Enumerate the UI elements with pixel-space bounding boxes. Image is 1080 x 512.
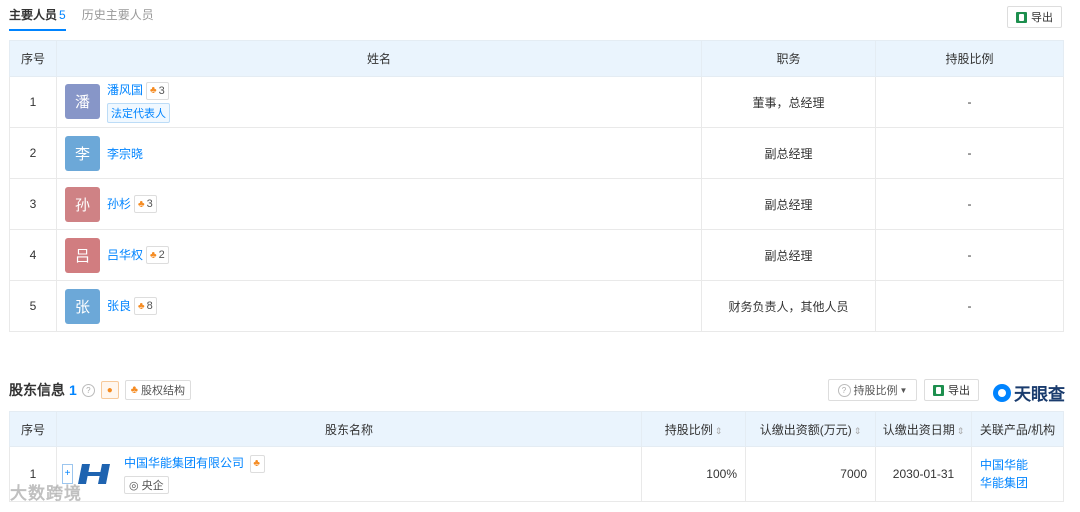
position-cell: 副总经理 xyxy=(701,178,876,230)
relation-badge[interactable]: ♣ 2 xyxy=(146,246,169,265)
col-name: 姓名 xyxy=(56,40,702,77)
row-index: 3 xyxy=(9,178,57,230)
row-index: 1 xyxy=(9,76,57,128)
help-icon[interactable]: ? xyxy=(81,383,95,397)
avatar[interactable]: 潘 xyxy=(65,84,100,120)
relation-badge[interactable]: ♣ 8 xyxy=(134,297,157,316)
export-shareholder-button[interactable]: 导出 xyxy=(924,379,979,401)
excel-icon xyxy=(1016,11,1027,23)
related-link[interactable]: 中国华能 xyxy=(980,456,1062,474)
row-index: 4 xyxy=(9,229,57,281)
avatar[interactable]: 李 xyxy=(65,135,100,171)
person-cell: 吕吕华权 ♣ 2 xyxy=(56,229,702,281)
shareholder-table: 序号 股东名称 持股比例 ⇕ 认缴出资额(万元) ⇕ 认缴出资日期 ⇕ 关联产品/机构… xyxy=(9,411,1064,502)
table-row: 1 + 中国华能集团有限公司 ♣ ◎ 央企 100% 7000 2030-01-… xyxy=(9,446,1064,502)
avatar[interactable]: 孙 xyxy=(65,186,100,222)
structure-icon: ♣ xyxy=(130,384,139,396)
holder-name-link[interactable]: 中国华能集团有限公司 xyxy=(124,456,244,470)
table-row: 1 潘潘风国 ♣ 3 法定代表人 董事，总经理 - xyxy=(9,76,1064,128)
bell-icon[interactable]: ● xyxy=(100,381,119,399)
watermark: 大数跨境 xyxy=(10,484,82,503)
holder-date: 2030-01-31 xyxy=(875,446,972,502)
relation-icon: ♣ xyxy=(138,300,145,312)
tab-history-staff[interactable]: 历史主要人员 xyxy=(82,6,154,29)
relation-badge[interactable]: ♣ 3 xyxy=(146,81,169,100)
table-row: 5 张张良 ♣ 8 财务负责人，其他人员 - xyxy=(9,280,1064,332)
table-header-row: 序号 姓名 职务 持股比例 xyxy=(9,40,1064,77)
tab-bar: 主要人员 5 历史主要人员 xyxy=(9,6,170,31)
col-index: 序号 xyxy=(9,411,57,447)
help-icon: ? xyxy=(837,383,851,397)
col-holder-name: 股东名称 xyxy=(56,411,642,447)
table-row: 4 吕吕华权 ♣ 2 副总经理 - xyxy=(9,229,1064,281)
share-cell: - xyxy=(875,178,1064,230)
position-cell: 财务负责人，其他人员 xyxy=(701,280,876,332)
person-name-link[interactable]: 吕华权 xyxy=(107,248,143,262)
relation-badge[interactable]: ♣ 3 xyxy=(134,195,157,214)
excel-icon xyxy=(933,384,944,396)
avatar[interactable]: 吕 xyxy=(65,237,100,273)
col-amount[interactable]: 认缴出资额(万元) ⇕ xyxy=(745,411,876,447)
soe-tag: ◎ 央企 xyxy=(124,475,169,494)
staff-table: 序号 姓名 职务 持股比例 1 潘潘风国 ♣ 3 法定代表人 董事，总经理 -2 李李宗晓 副总… xyxy=(9,40,1064,332)
person-cell: 张张良 ♣ 8 xyxy=(56,280,702,332)
col-date[interactable]: 认缴出资日期 ⇕ xyxy=(875,411,972,447)
col-ratio[interactable]: 持股比例 ⇕ xyxy=(641,411,746,447)
share-cell: - xyxy=(875,127,1064,179)
holder-amount: 7000 xyxy=(745,446,876,502)
person-name-link[interactable]: 潘风国 xyxy=(107,83,143,97)
position-cell: 副总经理 xyxy=(701,229,876,281)
position-cell: 董事，总经理 xyxy=(701,76,876,128)
related-link[interactable]: 华能集团 xyxy=(980,474,1062,492)
tab-main-staff[interactable]: 主要人员 5 xyxy=(9,6,66,31)
staff-count: 5 xyxy=(59,8,66,22)
shareholder-section-title: 股东信息 1 ? ● ♣ 股权结构 xyxy=(9,380,192,400)
caret-down-icon: ▼ xyxy=(899,385,908,395)
col-position: 职务 xyxy=(701,40,876,77)
legal-rep-tag: 法定代表人 xyxy=(107,102,170,123)
col-share: 持股比例 xyxy=(875,40,1064,77)
ratio-filter-dropdown[interactable]: ? 持股比例 ▼ xyxy=(828,379,917,401)
table-row: 3 孙孙杉 ♣ 3 副总经理 - xyxy=(9,178,1064,230)
structure-badge[interactable]: ♣ xyxy=(250,454,265,473)
person-cell: 潘潘风国 ♣ 3 法定代表人 xyxy=(56,76,702,128)
share-cell: - xyxy=(875,280,1064,332)
row-index: 2 xyxy=(9,127,57,179)
table-header-row: 序号 股东名称 持股比例 ⇕ 认缴出资额(万元) ⇕ 认缴出资日期 ⇕ 关联产品/机构 xyxy=(9,411,1064,447)
structure-icon: ♣ xyxy=(253,458,260,470)
related-cell: 中国华能 华能集团 xyxy=(971,446,1064,502)
logo-mark-icon xyxy=(993,383,1011,402)
person-name-link[interactable]: 李宗晓 xyxy=(107,147,143,161)
table-row: 2 李李宗晓 副总经理 - xyxy=(9,127,1064,179)
company-logo xyxy=(78,463,110,484)
share-cell: - xyxy=(875,229,1064,281)
col-index: 序号 xyxy=(9,40,57,77)
share-cell: - xyxy=(875,76,1064,128)
tianyancha-logo: 天眼查 xyxy=(993,380,1065,405)
row-index: 5 xyxy=(9,280,57,332)
holder-name-cell: + 中国华能集团有限公司 ♣ ◎ 央企 xyxy=(56,446,642,502)
sort-icon: ⇕ xyxy=(853,425,862,436)
person-cell: 孙孙杉 ♣ 3 xyxy=(56,178,702,230)
relation-icon: ♣ xyxy=(150,249,157,261)
relation-icon: ♣ xyxy=(138,198,145,210)
person-name-link[interactable]: 孙杉 xyxy=(107,197,131,211)
equity-structure-button[interactable]: ♣ 股权结构 xyxy=(124,380,192,400)
avatar[interactable]: 张 xyxy=(65,288,100,324)
sort-icon: ⇕ xyxy=(714,425,723,436)
export-staff-button[interactable]: 导出 xyxy=(1007,6,1062,28)
person-cell: 李李宗晓 xyxy=(56,127,702,179)
holder-ratio: 100% xyxy=(641,446,746,502)
sort-icon: ⇕ xyxy=(956,425,965,436)
shareholder-count: 1 xyxy=(69,382,77,398)
position-cell: 副总经理 xyxy=(701,127,876,179)
col-related: 关联产品/机构 xyxy=(971,411,1064,447)
relation-icon: ♣ xyxy=(150,85,157,97)
person-name-link[interactable]: 张良 xyxy=(107,299,131,313)
